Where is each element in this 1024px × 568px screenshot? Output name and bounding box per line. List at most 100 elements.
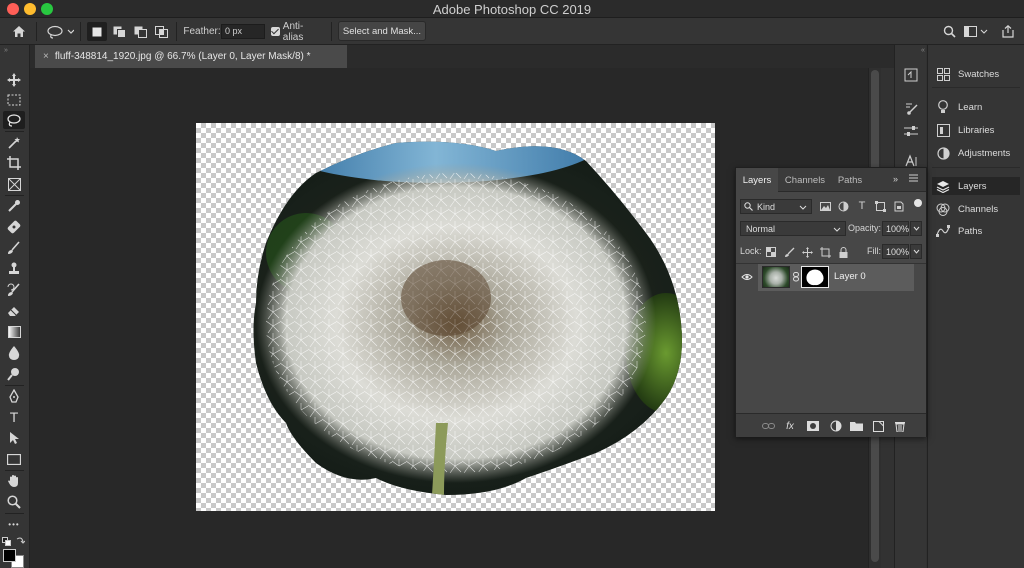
tab-channels[interactable]: Channels <box>780 168 830 192</box>
collapse-toolbar-icon[interactable]: » <box>4 47 8 54</box>
gradient-tool-icon[interactable] <box>3 323 25 341</box>
link-layers-icon[interactable] <box>761 419 775 433</box>
new-group-icon[interactable] <box>849 419 863 433</box>
libraries-panel-tab[interactable]: Libraries <box>932 121 1020 139</box>
filter-kind-select[interactable]: Kind <box>740 199 812 214</box>
opacity-dropdown[interactable] <box>910 221 922 236</box>
blend-mode-value: Normal <box>746 223 776 234</box>
type-tool-icon[interactable]: T <box>3 408 25 426</box>
lock-image-pixels-icon[interactable] <box>783 246 795 258</box>
document-canvas[interactable] <box>196 123 715 511</box>
layer-name[interactable]: Layer 0 <box>834 271 866 282</box>
close-document-icon[interactable]: × <box>43 51 49 62</box>
history-panel-icon[interactable] <box>902 67 920 83</box>
subtract-from-selection-icon[interactable] <box>130 22 150 41</box>
new-selection-icon[interactable] <box>87 22 107 41</box>
opacity-label: Opacity: <box>848 223 882 233</box>
blend-mode-select[interactable]: Normal <box>740 221 846 236</box>
smart-object-filter-icon[interactable] <box>893 200 905 212</box>
rectangle-tool-icon[interactable] <box>3 450 25 468</box>
chevron-down-icon <box>913 249 919 254</box>
filter-toggle-icon[interactable] <box>914 199 922 207</box>
feather-input[interactable]: 0 px <box>221 24 265 39</box>
select-and-mask-button[interactable]: Select and Mask... <box>338 21 426 41</box>
opacity-input[interactable]: 100% <box>882 221 909 236</box>
default-colors-icon[interactable] <box>2 537 11 546</box>
eyedropper-tool-icon[interactable] <box>3 197 25 215</box>
fill-input[interactable]: 100% <box>882 244 909 259</box>
share-icon[interactable] <box>999 22 1017 41</box>
channels-label: Channels <box>958 203 999 215</box>
tab-paths[interactable]: Paths <box>832 168 868 192</box>
eraser-tool-icon[interactable] <box>3 302 25 320</box>
blur-tool-icon[interactable] <box>3 344 25 362</box>
lock-position-icon[interactable] <box>801 246 813 258</box>
history-brush-tool-icon[interactable] <box>3 281 25 299</box>
lasso-tool-preset-picker[interactable] <box>44 22 76 41</box>
anti-alias-checkbox[interactable]: Anti-alias <box>271 21 323 43</box>
layer-thumbnail[interactable] <box>762 266 790 288</box>
workspace-switcher-icon[interactable] <box>963 22 989 41</box>
collapse-panel-icon[interactable]: » <box>893 174 898 184</box>
lock-all-icon[interactable] <box>837 246 849 258</box>
move-tool-icon[interactable] <box>3 71 25 89</box>
add-mask-icon[interactable] <box>806 419 820 433</box>
paths-panel-tab[interactable]: Paths <box>932 222 1020 240</box>
intersect-selection-icon[interactable] <box>151 22 171 41</box>
delete-layer-icon[interactable] <box>893 419 907 433</box>
properties-panel-icon[interactable] <box>902 123 920 139</box>
zoom-tool-icon[interactable] <box>3 493 25 511</box>
layer-mask-thumbnail[interactable] <box>801 266 829 288</box>
dodge-tool-icon[interactable] <box>3 365 25 383</box>
frame-tool-icon[interactable] <box>3 175 25 193</box>
brush-settings-panel-icon[interactable] <box>902 100 920 116</box>
magic-wand-tool-icon[interactable] <box>3 134 25 152</box>
lock-transparent-pixels-icon[interactable] <box>765 246 777 258</box>
layer-style-icon[interactable]: fx <box>783 419 797 433</box>
layer-row[interactable]: Layer 0 <box>758 264 914 291</box>
swatches-icon <box>935 66 951 82</box>
layers-panel: Layers Channels Paths » Kind T Normal Op… <box>735 167 927 437</box>
swap-colors-icon[interactable] <box>16 536 25 545</box>
hand-tool-icon[interactable] <box>3 472 25 490</box>
expand-panels-icon[interactable]: « <box>921 47 925 54</box>
layers-panel-footer: fx <box>736 413 926 437</box>
rectangular-marquee-tool-icon[interactable] <box>3 91 25 109</box>
new-adjustment-layer-icon[interactable] <box>829 419 843 433</box>
foreground-color-swatch[interactable] <box>3 549 16 562</box>
mask-link-icon[interactable] <box>793 272 799 282</box>
layers-panel-tab[interactable]: Layers <box>932 177 1020 195</box>
search-icon[interactable] <box>940 22 958 41</box>
type-filter-icon[interactable]: T <box>856 200 868 212</box>
eye-icon[interactable] <box>739 267 755 287</box>
add-to-selection-icon[interactable] <box>109 22 129 41</box>
document-tab-title: fluff-348814_1920.jpg @ 66.7% (Layer 0, … <box>54 51 311 62</box>
panel-menu-icon[interactable] <box>908 173 919 183</box>
fill-dropdown[interactable] <box>910 244 922 259</box>
fill-label: Fill: <box>867 246 881 256</box>
lock-artboard-icon[interactable] <box>819 246 831 258</box>
clone-stamp-tool-icon[interactable] <box>3 260 25 278</box>
shape-filter-icon[interactable] <box>874 200 886 212</box>
new-layer-icon[interactable] <box>871 419 885 433</box>
filter-kind-value: Kind <box>757 201 776 212</box>
pixel-filter-icon[interactable] <box>819 200 831 212</box>
channels-panel-tab[interactable]: Channels <box>932 200 1020 218</box>
learn-panel-tab[interactable]: Learn <box>932 98 1020 116</box>
adjustments-panel-tab[interactable]: Adjustments <box>932 144 1020 162</box>
brush-tool-icon[interactable] <box>3 239 25 257</box>
path-selection-tool-icon[interactable] <box>3 429 25 447</box>
swatches-panel-tab[interactable]: Swatches <box>932 65 1020 83</box>
adjustment-filter-icon[interactable] <box>837 200 849 212</box>
spot-healing-brush-tool-icon[interactable] <box>3 218 25 236</box>
home-icon[interactable] <box>8 22 30 41</box>
document-tab[interactable]: × fluff-348814_1920.jpg @ 66.7% (Layer 0… <box>35 45 347 68</box>
lasso-tool-icon[interactable] <box>3 111 25 129</box>
edit-toolbar-icon[interactable]: ••• <box>3 515 25 533</box>
swatches-label: Swatches <box>958 68 1000 80</box>
libraries-label: Libraries <box>958 124 995 136</box>
pen-tool-icon[interactable] <box>3 387 25 405</box>
tab-layers[interactable]: Layers <box>736 168 778 192</box>
crop-tool-icon[interactable] <box>3 154 25 172</box>
layers-panel-tabs: Layers Channels Paths » <box>736 168 926 192</box>
